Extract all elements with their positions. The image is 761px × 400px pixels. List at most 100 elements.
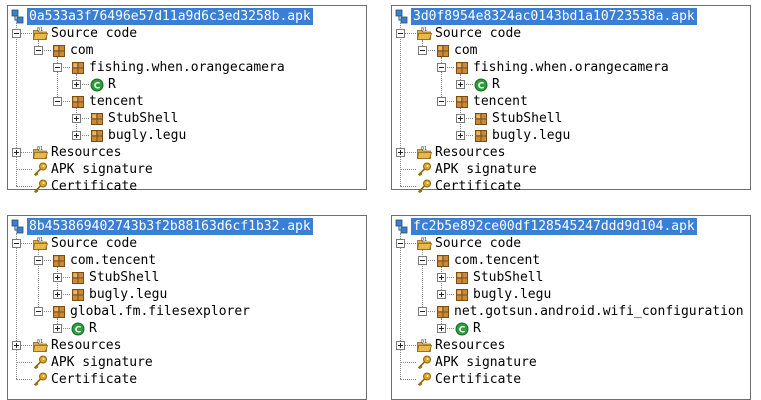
expand-toggle[interactable] xyxy=(456,131,465,140)
folder-source-icon: 01 xyxy=(32,25,49,42)
collapse-toggle[interactable] xyxy=(437,97,446,106)
svg-text:C: C xyxy=(75,326,82,336)
expand-toggle[interactable] xyxy=(437,324,446,333)
collapse-toggle[interactable] xyxy=(34,46,43,55)
expand-toggle[interactable] xyxy=(396,148,405,157)
package-icon xyxy=(435,252,451,269)
apk-filename: 0a533a3f76496e57d11a9d6c3ed3258b.apk xyxy=(27,8,313,25)
svg-text:01: 01 xyxy=(421,146,427,152)
package-icon xyxy=(435,42,451,59)
collapse-toggle[interactable] xyxy=(396,29,405,38)
tree-node-label: bugly.legu xyxy=(108,128,187,143)
tree-node-label: com xyxy=(454,43,478,58)
collapse-toggle[interactable] xyxy=(34,256,43,265)
key-icon xyxy=(32,178,48,195)
tree-node-label: bugly.legu xyxy=(473,287,552,302)
tree-node-label: APK signature xyxy=(51,162,153,177)
apk-tree-panel-3[interactable]: 8b453869402743b3f2b88163d6cf1b32.apk 01 So… xyxy=(7,215,367,400)
tree-node-label: Resources xyxy=(51,338,122,353)
expand-toggle[interactable] xyxy=(53,273,62,282)
tree-node-label: APK signature xyxy=(51,355,153,370)
tree-guide-line xyxy=(16,379,32,380)
tree-node-label: fishing.when.orangecamera xyxy=(473,60,669,75)
apk-filename: fc2b5e892ce00df128545247ddd9d104.apk xyxy=(411,218,697,235)
tree-node-label: tencent xyxy=(89,94,144,109)
package-icon xyxy=(89,127,105,144)
tree-guide-line xyxy=(400,379,416,380)
tree-node-label: R xyxy=(492,77,500,92)
tree-node-label: fishing.when.orangecamera xyxy=(89,60,285,75)
package-icon xyxy=(454,93,470,110)
expand-toggle[interactable] xyxy=(12,148,21,157)
tree-node-label: StubShell xyxy=(108,111,179,126)
tree-node-label: APK signature xyxy=(435,355,537,370)
svg-text:01: 01 xyxy=(421,27,427,33)
class-icon: C xyxy=(89,76,105,93)
expand-toggle[interactable] xyxy=(456,114,465,123)
expand-toggle[interactable] xyxy=(437,290,446,299)
tree-guide-line xyxy=(16,186,32,187)
tree-guide-line xyxy=(16,362,32,363)
collapse-toggle[interactable] xyxy=(396,239,405,248)
collapse-toggle[interactable] xyxy=(12,29,21,38)
tree-node-label: tencent xyxy=(473,94,528,109)
tree-node-label: net.gotsun.android.wifi_configuration xyxy=(454,304,744,319)
expand-toggle[interactable] xyxy=(72,131,81,140)
tree-guide-line xyxy=(16,233,17,379)
svg-text:01: 01 xyxy=(37,146,43,152)
class-icon: C xyxy=(473,76,489,93)
expand-toggle[interactable] xyxy=(437,273,446,282)
package-icon xyxy=(454,269,470,286)
tree-node-label: R xyxy=(89,321,97,336)
tree-guide-line xyxy=(400,233,401,379)
package-icon xyxy=(89,110,105,127)
collapse-toggle[interactable] xyxy=(418,256,427,265)
tree-node-label: StubShell xyxy=(473,270,544,285)
expand-toggle[interactable] xyxy=(53,290,62,299)
tree-node-label: Resources xyxy=(51,145,122,160)
apk-tree-panel-2[interactable]: 3d0f8954e8324ac0143bd1a10723538a.apk 01 So… xyxy=(391,5,751,194)
expand-toggle[interactable] xyxy=(396,341,405,350)
apk-tree-panel-4[interactable]: fc2b5e892ce00df128545247ddd9d104.apk 01 So… xyxy=(391,215,751,400)
package-icon xyxy=(70,59,86,76)
expand-toggle[interactable] xyxy=(72,114,81,123)
apk-file-icon xyxy=(10,218,26,235)
collapse-toggle[interactable] xyxy=(34,307,43,316)
tree-node-label: R xyxy=(473,321,481,336)
package-icon xyxy=(454,59,470,76)
package-icon xyxy=(473,110,489,127)
collapse-toggle[interactable] xyxy=(437,63,446,72)
collapse-toggle[interactable] xyxy=(418,307,427,316)
tree-guide-line xyxy=(16,23,17,186)
key-icon xyxy=(32,354,48,371)
svg-text:01: 01 xyxy=(421,237,427,243)
expand-toggle[interactable] xyxy=(53,324,62,333)
expand-toggle[interactable] xyxy=(12,341,21,350)
key-icon xyxy=(32,371,48,388)
svg-text:C: C xyxy=(459,326,466,336)
tree-node-label: global.fm.filesexplorer xyxy=(70,304,251,319)
package-icon xyxy=(473,127,489,144)
expand-toggle[interactable] xyxy=(456,80,465,89)
apk-filename: 8b453869402743b3f2b88163d6cf1b32.apk xyxy=(27,218,313,235)
class-icon: C xyxy=(70,320,86,337)
collapse-toggle[interactable] xyxy=(53,97,62,106)
collapse-toggle[interactable] xyxy=(418,46,427,55)
apk-tree-panel-1[interactable]: 0a533a3f76496e57d11a9d6c3ed3258b.apk 01 So… xyxy=(7,5,367,194)
tree-node-label: StubShell xyxy=(492,111,563,126)
expand-toggle[interactable] xyxy=(72,80,81,89)
tree-node-label: Certificate xyxy=(51,179,138,194)
apk-file-icon xyxy=(10,8,26,25)
collapse-toggle[interactable] xyxy=(12,239,21,248)
collapse-toggle[interactable] xyxy=(53,63,62,72)
svg-text:01: 01 xyxy=(37,339,43,345)
folder-source-icon: 01 xyxy=(416,235,433,252)
tree-node-label: com xyxy=(70,43,94,58)
svg-text:01: 01 xyxy=(37,27,43,33)
tree-node-label: R xyxy=(108,77,116,92)
apk-file-icon xyxy=(394,218,410,235)
tree-node-label: com.tencent xyxy=(454,253,541,268)
svg-text:C: C xyxy=(94,82,101,92)
tree-node-label: Resources xyxy=(435,145,506,160)
tree-node-label: APK signature xyxy=(435,162,537,177)
